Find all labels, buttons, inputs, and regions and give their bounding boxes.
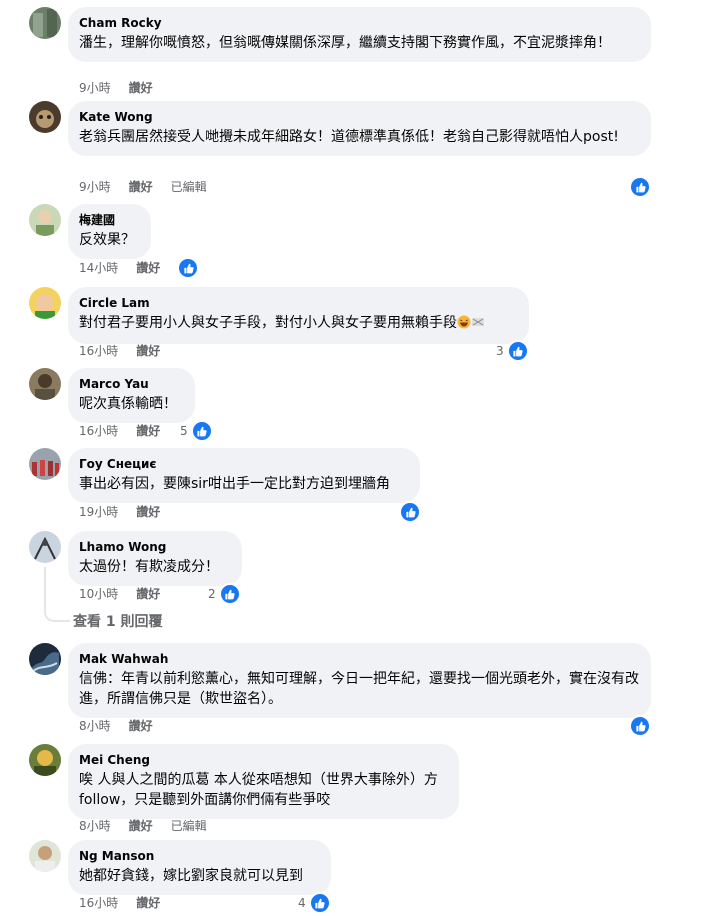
- comment-bubble: Lhamo Wong 太過份！有欺凌成分！: [68, 531, 242, 586]
- like-button[interactable]: 讚好: [136, 504, 160, 520]
- comment-time[interactable]: 14小時: [79, 260, 118, 276]
- commenter-name[interactable]: Mei Cheng: [79, 752, 448, 768]
- avatar[interactable]: [29, 744, 61, 776]
- comment-meta: 10小時 讚好: [79, 586, 178, 602]
- avatar[interactable]: [29, 101, 61, 133]
- comment-text: 信佛：年青以前利慾薰心，無知可理解，今日一把年紀，還要找一個光頭老外，實在沒有改…: [79, 671, 639, 707]
- laughing-emoji-icon: [457, 315, 471, 335]
- commenter-name[interactable]: Lhamo Wong: [79, 539, 231, 555]
- comment-text: 唉 人與人之間的瓜葛 本人從來唔想知（世界大事除外）方follow，只是聽到外面…: [79, 772, 438, 808]
- reaction-count[interactable]: 3: [496, 340, 529, 362]
- reaction-count[interactable]: 4: [298, 892, 331, 914]
- emoji-icon: [471, 315, 485, 335]
- comment-meta: 16小時 讚好: [79, 423, 178, 439]
- comment-text: 對付君子要用小人與女子手段，對付小人與女子要用無賴手段: [79, 315, 457, 331]
- like-button[interactable]: 讚好: [136, 260, 160, 276]
- avatar[interactable]: [29, 204, 61, 236]
- like-button[interactable]: 讚好: [136, 423, 160, 439]
- reaction-count[interactable]: [629, 176, 651, 198]
- like-button[interactable]: 讚好: [136, 586, 160, 602]
- like-button[interactable]: 讚好: [136, 895, 160, 911]
- comment-time[interactable]: 19小時: [79, 504, 118, 520]
- avatar[interactable]: [29, 448, 61, 480]
- comment-bubble: Kate Wong 老翁兵團居然接受人哋攪未成年細路女！道德標準真係低！老翁自己…: [68, 101, 651, 156]
- avatar[interactable]: [29, 531, 61, 563]
- like-button[interactable]: 讚好: [129, 179, 153, 195]
- commenter-name[interactable]: Circle Lam: [79, 295, 518, 311]
- avatar[interactable]: [29, 368, 61, 400]
- avatar[interactable]: [29, 7, 61, 39]
- comment-meta: 19小時 讚好: [79, 504, 178, 520]
- comment-time[interactable]: 9小時: [79, 179, 111, 195]
- comment-time[interactable]: 10小時: [79, 586, 118, 602]
- comment-meta: 16小時 讚好: [79, 895, 178, 911]
- like-button[interactable]: 讚好: [129, 818, 153, 834]
- comment-text: 反效果？: [79, 232, 135, 248]
- avatar[interactable]: [29, 643, 61, 675]
- reaction-number: 2: [208, 587, 216, 601]
- commenter-name[interactable]: 梅建國: [79, 212, 140, 228]
- comment-text: 事出必有因，要陳sir咁出手一定比對方迫到埋牆角: [79, 476, 390, 492]
- comment-meta: 14小時 讚好: [79, 260, 178, 276]
- thumbs-up-icon: [177, 257, 199, 279]
- like-button[interactable]: 讚好: [136, 343, 160, 359]
- reaction-count[interactable]: [399, 501, 421, 523]
- thumbs-up-icon: [308, 892, 331, 914]
- comment-bubble: Marco Yau 呢次真係輸晒！: [68, 368, 195, 423]
- commenter-name[interactable]: Гоу Снециє: [79, 456, 409, 472]
- comment-meta: 8小時 讚好 已編輯: [79, 818, 225, 834]
- commenter-name[interactable]: Kate Wong: [79, 109, 640, 125]
- comment-text: 她都好貪錢，嫁比劉家良就可以見到: [79, 868, 303, 884]
- comment-text: 呢次真係輸晒！: [79, 396, 177, 412]
- like-button[interactable]: 讚好: [129, 80, 153, 96]
- comment-time[interactable]: 9小時: [79, 80, 111, 96]
- comment-meta: 8小時 讚好: [79, 718, 171, 734]
- reaction-count[interactable]: [177, 257, 199, 279]
- thumbs-up-icon: [190, 420, 213, 442]
- reaction-count[interactable]: 2: [208, 583, 241, 605]
- comment-text: 太過份！有欺凌成分！: [79, 559, 219, 575]
- comment-bubble: Mei Cheng 唉 人與人之間的瓜葛 本人從來唔想知（世界大事除外）方fol…: [68, 744, 459, 819]
- comment-bubble: Circle Lam 對付君子要用小人與女子手段，對付小人與女子要用無賴手段: [68, 287, 529, 344]
- reaction-number: 4: [298, 896, 306, 910]
- comment-time[interactable]: 16小時: [79, 423, 118, 439]
- edited-label[interactable]: 已編輯: [171, 818, 207, 834]
- comments-feed: Cham Rocky 潘生，理解你嘅憤怒，但翁嘅傳媒關係深厚，繼續支持閣下務實作…: [0, 0, 705, 916]
- comment-text: 老翁兵團居然接受人哋攪未成年細路女！道德標準真係低！老翁自己影得就唔怕人post…: [79, 129, 619, 145]
- comment-bubble: Cham Rocky 潘生，理解你嘅憤怒，但翁嘅傳媒關係深厚，繼續支持閣下務實作…: [68, 7, 651, 62]
- comment-bubble: Ng Manson 她都好貪錢，嫁比劉家良就可以見到: [68, 840, 331, 895]
- view-replies-link[interactable]: 查看 1 則回覆: [73, 611, 163, 631]
- avatar[interactable]: [29, 287, 61, 319]
- avatar[interactable]: [29, 840, 61, 872]
- comment-text-wrap: 對付君子要用小人與女子手段，對付小人與女子要用無賴手段: [79, 313, 518, 335]
- reaction-count[interactable]: 5: [180, 420, 213, 442]
- thumbs-up-icon: [399, 501, 421, 523]
- commenter-name[interactable]: Mak Wahwah: [79, 651, 640, 667]
- comment-meta: 16小時 讚好: [79, 343, 178, 359]
- comment-time[interactable]: 16小時: [79, 895, 118, 911]
- thumbs-up-icon: [629, 176, 651, 198]
- comment-bubble: 梅建國 反效果？: [68, 204, 151, 259]
- comment-text: 潘生，理解你嘅憤怒，但翁嘅傳媒關係深厚，繼續支持閣下務實作風，不宜泥漿摔角！: [79, 35, 611, 51]
- reaction-number: 5: [180, 424, 188, 438]
- thumbs-up-icon: [218, 583, 241, 605]
- comment-bubble: Гоу Снециє 事出必有因，要陳sir咁出手一定比對方迫到埋牆角: [68, 448, 420, 503]
- commenter-name[interactable]: Cham Rocky: [79, 15, 640, 31]
- thumbs-up-icon: [506, 340, 529, 362]
- comment-time[interactable]: 16小時: [79, 343, 118, 359]
- comment-meta: 9小時 讚好: [79, 80, 171, 96]
- comment-time[interactable]: 8小時: [79, 818, 111, 834]
- edited-label[interactable]: 已編輯: [171, 179, 207, 195]
- reaction-number: 3: [496, 344, 504, 358]
- commenter-name[interactable]: Marco Yau: [79, 376, 184, 392]
- like-button[interactable]: 讚好: [129, 718, 153, 734]
- comment-meta: 9小時 讚好 已編輯: [79, 179, 225, 195]
- reaction-count[interactable]: [629, 715, 651, 737]
- thumbs-up-icon: [629, 715, 651, 737]
- comment-time[interactable]: 8小時: [79, 718, 111, 734]
- thread-line: [44, 567, 70, 622]
- comment-bubble: Mak Wahwah 信佛：年青以前利慾薰心，無知可理解，今日一把年紀，還要找一…: [68, 643, 651, 718]
- commenter-name[interactable]: Ng Manson: [79, 848, 320, 864]
